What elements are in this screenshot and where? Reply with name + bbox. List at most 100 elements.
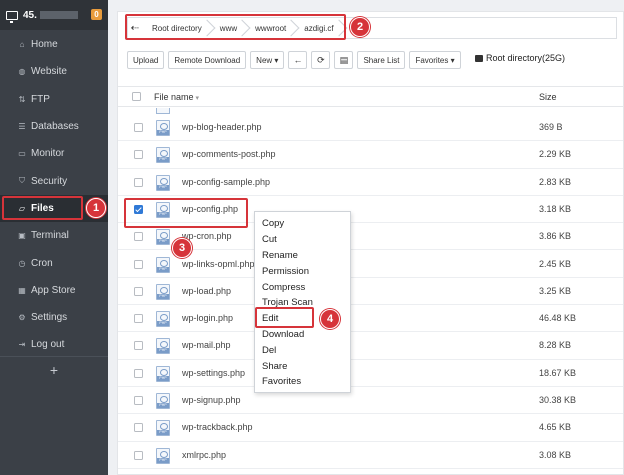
- edit-highlight-box: [255, 307, 314, 328]
- ftp-icon: ⇅: [18, 94, 26, 104]
- file-name[interactable]: wp-comments-post.php: [182, 149, 276, 159]
- shield-icon: ⛉: [19, 176, 25, 186]
- context-menu-copy[interactable]: Copy: [255, 216, 350, 232]
- sidebar-item-label: FTP: [31, 93, 50, 105]
- file-name[interactable]: wp-cron.php: [182, 231, 232, 241]
- select-all-checkbox[interactable]: [132, 92, 141, 101]
- file-name[interactable]: wp-mail.php: [182, 340, 231, 350]
- sidebar-item-security[interactable]: ⛉ Security: [0, 167, 108, 194]
- sidebar-item-settings[interactable]: ⚙ Settings: [0, 304, 108, 331]
- context-menu-compress[interactable]: Compress: [255, 279, 350, 295]
- upload-button[interactable]: Upload: [127, 51, 165, 69]
- row-checkbox[interactable]: [134, 450, 143, 460]
- table-row[interactable]: wp-login.php 46.48 KB: [118, 305, 623, 333]
- files-highlight-box: [2, 196, 83, 220]
- file-size: 3.25 KB: [539, 285, 572, 296]
- file-size: 3.86 KB: [539, 231, 572, 242]
- row-checkbox[interactable]: [134, 423, 143, 433]
- php-file-icon: [156, 393, 170, 409]
- table-row[interactable]: wp-mail.php 8.28 KB: [118, 332, 623, 360]
- file-name[interactable]: wp-blog-header.php: [182, 122, 262, 132]
- sort-icon: ▾: [195, 95, 200, 102]
- sidebar: 45. 0 ⌂ Home ◍ Website ⇅ FTP ☰ Databases ▭ Mo…: [0, 0, 108, 475]
- favorites-dropdown-button[interactable]: Favorites ▾: [409, 51, 461, 69]
- add-shortcut-button[interactable]: +: [0, 362, 108, 378]
- file-name[interactable]: wp-links-opml.php: [182, 259, 255, 269]
- table-row[interactable]: wp-signup.php 30.38 KB: [118, 387, 623, 415]
- php-file-icon: [156, 447, 170, 464]
- table-row[interactable]: wp-trackback.php 4.65 KB: [118, 414, 623, 442]
- table-row[interactable]: wp-comments-post.php 2.29 KB: [118, 141, 623, 169]
- context-menu-permission[interactable]: Permission: [255, 263, 350, 279]
- file-name[interactable]: wp-load.php: [182, 286, 231, 296]
- column-header-name[interactable]: File name ▾: [154, 92, 199, 102]
- row-checkbox[interactable]: [134, 396, 143, 405]
- context-menu-cut[interactable]: Cut: [255, 232, 350, 248]
- sidebar-item-home[interactable]: ⌂ Home: [0, 31, 108, 58]
- database-icon: ☰: [18, 122, 26, 132]
- sidebar-item-label: Databases: [31, 121, 79, 133]
- column-header-size[interactable]: Size: [539, 92, 557, 102]
- table-row[interactable]: wp-links-opml.php 2.45 KB: [118, 251, 623, 278]
- file-list: wp-blog-header.php 369 B wp-comments-pos…: [118, 108, 623, 475]
- notification-badge[interactable]: 0: [91, 9, 102, 20]
- disk-label: Root directory(25G): [486, 53, 566, 63]
- file-name[interactable]: wp-signup.php: [182, 395, 241, 405]
- sidebar-item-cron[interactable]: ◷ Cron: [0, 249, 108, 276]
- row-checkbox[interactable]: [134, 150, 143, 160]
- php-file-icon: [156, 229, 170, 246]
- row-checkbox[interactable]: [134, 259, 143, 269]
- sidebar-item-terminal[interactable]: ▣ Terminal: [0, 222, 108, 249]
- sidebar-item-app-store[interactable]: ▦ App Store: [0, 277, 108, 304]
- new-dropdown-button[interactable]: New ▾: [250, 51, 285, 69]
- file-size: 18.67 KB: [539, 367, 577, 378]
- terminal-icon[interactable]: ▤: [334, 51, 354, 69]
- file-name[interactable]: wp-trackback.php: [182, 422, 253, 432]
- table-row[interactable]: wp-load.php 3.25 KB: [118, 278, 623, 306]
- sidebar-item-ftp[interactable]: ⇅ FTP: [0, 86, 108, 113]
- file-name[interactable]: wp-settings.php: [182, 368, 245, 378]
- context-menu-del[interactable]: Del: [255, 342, 350, 358]
- sidebar-item-label: Monitor: [31, 148, 65, 160]
- row-checkbox[interactable]: [134, 123, 143, 132]
- ip-redaction: [39, 11, 78, 19]
- table-row[interactable]: xmlrpc.php 3.08 KB: [118, 442, 623, 469]
- sidebar-item-logout[interactable]: ⇥ Log out: [0, 331, 108, 358]
- refresh-icon[interactable]: ⟳: [311, 51, 331, 69]
- row-checkbox[interactable]: [134, 368, 143, 378]
- server-header[interactable]: 45. 0: [0, 0, 108, 30]
- context-menu-rename[interactable]: Rename: [255, 248, 350, 264]
- context-menu-favorites[interactable]: Favorites: [255, 374, 350, 390]
- clock-icon: ◷: [18, 258, 26, 268]
- table-row[interactable]: wp-blog-header.php 369 B: [118, 114, 623, 142]
- disk-icon: [475, 54, 483, 62]
- sidebar-item-website[interactable]: ◍ Website: [0, 58, 108, 85]
- file-size: 2.83 KB: [539, 176, 572, 187]
- file-name[interactable]: wp-login.php: [182, 313, 233, 323]
- home-icon: ⌂: [19, 40, 25, 50]
- context-menu-share[interactable]: Share: [255, 358, 350, 374]
- row-checkbox[interactable]: [134, 177, 143, 187]
- row-checkbox[interactable]: [134, 232, 143, 242]
- sidebar-item-monitor[interactable]: ▭ Monitor: [0, 140, 108, 167]
- table-row[interactable]: wp-settings.php 18.67 KB: [118, 360, 623, 387]
- sidebar-item-label: Log out: [31, 339, 65, 351]
- row-checkbox[interactable]: [134, 286, 143, 296]
- share-list-button[interactable]: Share List: [357, 51, 406, 69]
- file-name[interactable]: wp-config-sample.php: [182, 177, 270, 187]
- new-label: New: [256, 55, 273, 65]
- row-checkbox[interactable]: [134, 314, 143, 324]
- back-arrow-button[interactable]: ←: [288, 51, 308, 69]
- wp-config-highlight-box: [124, 198, 248, 228]
- table-row[interactable]: wp-config-sample.php 2.83 KB: [118, 169, 623, 196]
- sidebar-item-label: Website: [31, 66, 67, 78]
- callout-number-4: 4: [320, 309, 340, 329]
- file-size: 4.65 KB: [539, 422, 572, 433]
- row-checkbox[interactable]: [134, 341, 143, 351]
- remote-download-button[interactable]: Remote Download: [168, 51, 247, 69]
- php-file-icon: [156, 256, 170, 273]
- sidebar-item-databases[interactable]: ☰ Databases: [0, 113, 108, 140]
- file-size: 46.48 KB: [539, 313, 577, 324]
- context-menu-download[interactable]: Download: [255, 327, 350, 343]
- file-name[interactable]: xmlrpc.php: [182, 450, 226, 460]
